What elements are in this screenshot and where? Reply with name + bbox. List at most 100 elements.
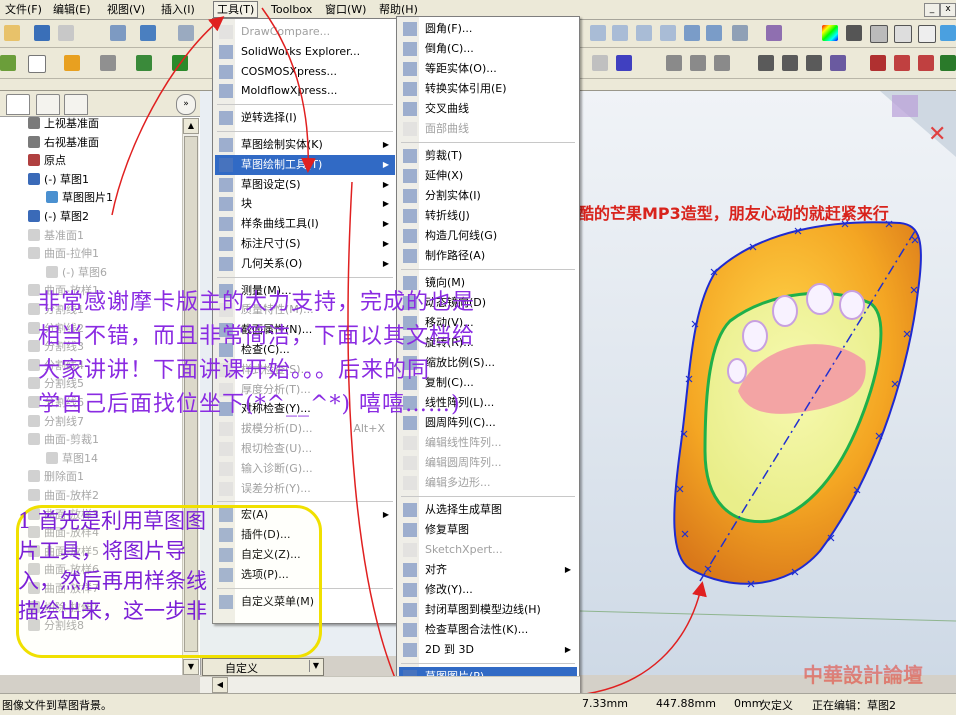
tree-item[interactable]: 上视基准面: [28, 115, 99, 133]
tree-item[interactable]: 原点: [28, 152, 66, 170]
sketch-tools-item[interactable]: 转折线(J): [399, 206, 577, 226]
tree-item[interactable]: 曲面-拉伸1: [28, 245, 99, 263]
sketch-tools-item[interactable]: 编辑多边形...: [399, 473, 577, 493]
sketch-tools-item[interactable]: 修复草图: [399, 520, 577, 540]
tree-item[interactable]: 基准面1: [28, 227, 84, 245]
menu-toolbox[interactable]: Toolbox: [268, 2, 315, 17]
graphics-viewport[interactable]: ✕: [580, 91, 956, 675]
expand-panel-icon[interactable]: »: [176, 94, 196, 115]
tools-menu-item[interactable]: 误差分析(Y)...: [215, 479, 395, 499]
extend-icon[interactable]: [782, 55, 798, 71]
tree-item[interactable]: 草图图片1: [46, 189, 113, 207]
sketch-tools-item[interactable]: 倒角(C)...: [399, 39, 577, 59]
tree-item[interactable]: (-) 草图1: [28, 171, 89, 189]
sketch-tools-item[interactable]: 2D 到 3D ▶: [399, 640, 577, 660]
shaded-edges-icon[interactable]: [940, 25, 956, 41]
scroll-down-icon[interactable]: ▼: [183, 659, 199, 675]
fix-relation-icon[interactable]: [690, 55, 706, 71]
sketch-tools-item[interactable]: 剪裁(T): [399, 146, 577, 166]
tree-item[interactable]: 草图14: [46, 450, 98, 468]
scroll-up-icon[interactable]: ▲: [183, 118, 199, 134]
tree-item[interactable]: (-) 草图2: [28, 208, 89, 226]
pan-icon[interactable]: [706, 25, 722, 41]
hidden-lines-icon[interactable]: [894, 25, 912, 43]
rotate-view-icon[interactable]: [684, 25, 700, 41]
sketch-tools-item[interactable]: 修改(Y)...: [399, 580, 577, 600]
sketch-tools-item[interactable]: 封闭草图到模型边线(H): [399, 600, 577, 620]
sketch-tools-item[interactable]: 编辑线性阵列...: [399, 433, 577, 453]
menu-help[interactable]: 帮助(H): [376, 2, 421, 17]
jog-icon[interactable]: [918, 55, 934, 71]
configuration-combo[interactable]: 自定义 ▼: [202, 658, 324, 676]
menu-window[interactable]: 窗口(W): [322, 2, 369, 17]
print-icon[interactable]: [58, 25, 74, 41]
chevron-down-icon[interactable]: ▼: [309, 660, 322, 672]
tools-menu-item[interactable]: SolidWorks Explorer...: [215, 42, 395, 62]
tree-item[interactable]: 曲面-剪裁1: [28, 431, 99, 449]
tools-menu-item[interactable]: 拔模分析(D)... Alt+X: [215, 419, 395, 439]
sketch-tools-item[interactable]: 从选择生成草图: [399, 500, 577, 520]
tools-menu-item[interactable]: 样条曲线工具(I) ▶: [215, 214, 395, 234]
tools-menu-item[interactable]: 几何关系(O) ▶: [215, 254, 395, 274]
sketch-tools-item[interactable]: 编辑圆周阵列...: [399, 453, 577, 473]
sketch-icon[interactable]: [0, 55, 16, 71]
redo-icon[interactable]: [178, 25, 194, 41]
display-style-icon[interactable]: [766, 25, 782, 41]
view-orientation-icon[interactable]: [732, 25, 748, 41]
feature-manager-tab[interactable]: [6, 94, 30, 115]
sketch-tools-item[interactable]: 转换实体引用(E): [399, 79, 577, 99]
minimize-icon[interactable]: _: [924, 3, 940, 17]
tree-item[interactable]: (-) 草图6: [46, 264, 107, 282]
horizontal-scrollbar[interactable]: ◀: [200, 676, 580, 693]
menu-tools[interactable]: 工具(T): [213, 1, 259, 18]
confirm-sketch-icon[interactable]: [892, 95, 918, 117]
menu-edit[interactable]: 编辑(E): [50, 2, 94, 17]
tools-menu-item[interactable]: 块 ▶: [215, 194, 395, 214]
tools-menu-item[interactable]: 输入诊断(G)...: [215, 459, 395, 479]
split-icon[interactable]: [894, 55, 910, 71]
close-window-icon[interactable]: x: [940, 3, 956, 17]
tools-menu-item[interactable]: DrawCompare...: [215, 22, 395, 42]
reference-geometry-icon[interactable]: [100, 55, 116, 71]
construction-icon[interactable]: [870, 55, 886, 71]
point-icon[interactable]: [616, 55, 632, 71]
sketch-tools-item[interactable]: 延伸(X): [399, 166, 577, 186]
undo-icon[interactable]: [140, 25, 156, 41]
sketch-tools-item[interactable]: 分割实体(I): [399, 186, 577, 206]
property-manager-tab[interactable]: [36, 94, 60, 115]
sketch-tools-item[interactable]: 构造几何线(G): [399, 226, 577, 246]
sketch-tools-item[interactable]: 对齐 ▶: [399, 560, 577, 580]
print-preview-icon[interactable]: [110, 25, 126, 41]
features-icon[interactable]: [64, 55, 80, 71]
sketch-tools-item[interactable]: SketchXpert...: [399, 540, 577, 560]
tools-menu-item[interactable]: 根切检查(U)...: [215, 439, 395, 459]
tools-menu-item[interactable]: COSMOSXpress...: [215, 62, 395, 82]
tree-item[interactable]: 右视基准面: [28, 134, 99, 152]
sketch-tools-item[interactable]: 检查草图合法性(K)...: [399, 620, 577, 640]
mirror-entities-icon[interactable]: [592, 55, 608, 71]
appearance-icon[interactable]: [822, 25, 838, 41]
tools-menu-item[interactable]: 草图绘制工具(T) ▶: [215, 154, 395, 175]
menu-view[interactable]: 视图(V): [104, 2, 148, 17]
tools-menu-item[interactable]: 草图设定(S) ▶: [215, 175, 395, 195]
tree-item[interactable]: 曲面-放样2: [28, 487, 99, 505]
sketch-tools-item[interactable]: 等距实体(O)...: [399, 59, 577, 79]
reference-axis-icon[interactable]: [136, 55, 152, 71]
sketch-tools-item[interactable]: 交叉曲线: [399, 99, 577, 119]
zoom-in-out-icon[interactable]: [636, 25, 652, 41]
menu-file[interactable]: 文件(F): [2, 2, 45, 17]
sketch-tools-item[interactable]: 制作路径(A): [399, 246, 577, 266]
sketch-tools-item[interactable]: 圆角(F)...: [399, 19, 577, 39]
relation-icon[interactable]: [666, 55, 682, 71]
sketch-tools-item[interactable]: 面部曲线: [399, 119, 577, 139]
zoom-area-icon[interactable]: [612, 25, 628, 41]
menu-insert[interactable]: 插入(I): [158, 2, 198, 17]
save-icon[interactable]: [34, 25, 50, 41]
scroll-left-icon[interactable]: ◀: [212, 677, 228, 693]
tools-menu-item[interactable]: 草图绘制实体(K) ▶: [215, 135, 395, 155]
exit-sketch-icon[interactable]: ✕: [928, 122, 946, 147]
convert-icon[interactable]: [830, 55, 846, 71]
zoom-selection-icon[interactable]: [660, 25, 676, 41]
smart-dimension-icon[interactable]: [28, 55, 46, 73]
configuration-manager-tab[interactable]: [64, 94, 88, 115]
